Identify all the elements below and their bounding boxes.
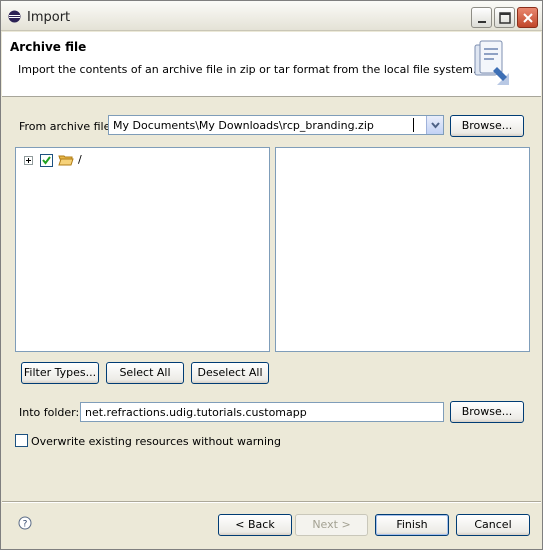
overwrite-label[interactable]: Overwrite existing resources without war… [31, 435, 281, 448]
browse-folder-button[interactable]: Browse... [450, 401, 524, 423]
maximize-button[interactable] [494, 7, 515, 28]
next-button[interactable]: Next > [295, 514, 368, 536]
help-icon[interactable]: ? [18, 516, 32, 530]
title-bar[interactable]: Import [1, 1, 542, 31]
close-icon [523, 13, 533, 23]
checkmark-icon [42, 156, 51, 165]
page-title: Archive file [10, 40, 87, 54]
wizard-banner: Archive file Import the contents of an a… [2, 32, 541, 97]
archive-dropdown-button[interactable] [426, 116, 443, 134]
tree-root-label: / [78, 153, 82, 166]
archive-file-label: From archive file: [19, 120, 115, 133]
import-wizard-icon [471, 40, 509, 85]
into-folder-label: Into folder: [19, 406, 80, 419]
wizard-content: From archive file: My Documents\My Downl… [2, 98, 541, 498]
folder-tree[interactable]: / [15, 147, 270, 352]
tree-root-checkbox[interactable] [40, 154, 53, 167]
page-description: Import the contents of an archive file i… [18, 63, 477, 76]
into-folder-value: net.refractions.udig.tutorials.customapp [85, 406, 307, 419]
select-all-button[interactable]: Select All [106, 362, 184, 384]
finish-button[interactable]: Finish [375, 514, 449, 536]
chevron-down-icon [431, 122, 440, 129]
maximize-icon [499, 12, 511, 24]
deselect-all-button[interactable]: Deselect All [191, 362, 269, 384]
footer-separator [2, 501, 541, 503]
text-cursor [413, 118, 414, 132]
folder-open-icon [58, 155, 74, 166]
into-folder-input[interactable]: net.refractions.udig.tutorials.customapp [80, 402, 444, 422]
minimize-button[interactable] [471, 7, 492, 28]
minimize-icon [478, 21, 486, 23]
overwrite-checkbox[interactable] [15, 434, 28, 447]
back-button[interactable]: < Back [218, 514, 292, 536]
archive-file-value: My Documents\My Downloads\rcp_branding.z… [113, 119, 374, 132]
browse-archive-button[interactable]: Browse... [450, 115, 524, 137]
close-button[interactable] [517, 7, 538, 28]
archive-file-combo[interactable]: My Documents\My Downloads\rcp_branding.z… [108, 115, 444, 135]
window-title: Import [27, 10, 71, 25]
svg-text:?: ? [23, 520, 28, 530]
cancel-button[interactable]: Cancel [456, 514, 530, 536]
filter-types-button[interactable]: Filter Types... [21, 362, 99, 384]
import-dialog: Import Archive file Import the contents … [0, 0, 543, 550]
expand-icon[interactable] [24, 156, 33, 165]
file-list[interactable] [275, 147, 530, 352]
eclipse-icon [8, 10, 21, 23]
